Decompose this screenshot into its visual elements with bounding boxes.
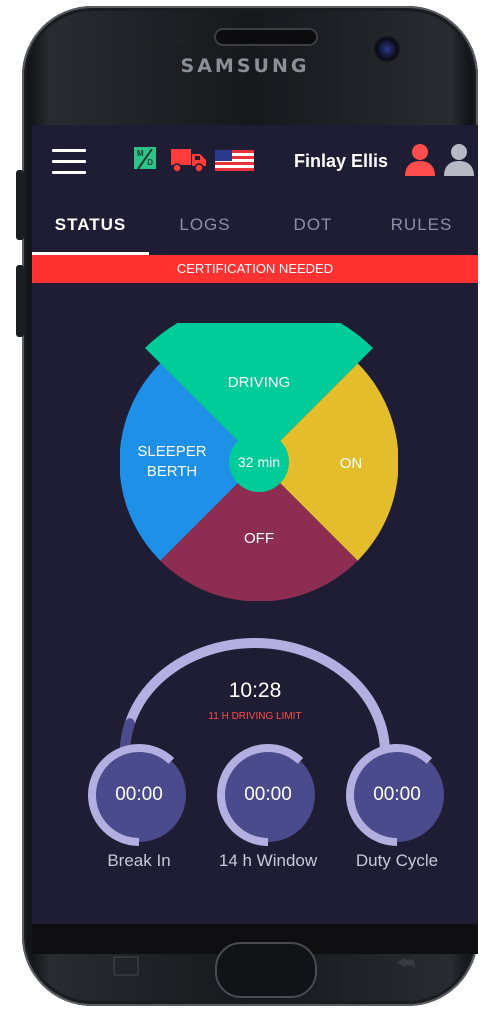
earpiece-speaker bbox=[216, 30, 316, 44]
volume-up-button bbox=[16, 170, 24, 240]
tab-dot[interactable]: DOT bbox=[261, 215, 365, 245]
tab-status[interactable]: STATUS bbox=[32, 215, 149, 245]
sleeper-label-line2: BERTH bbox=[147, 463, 198, 480]
sensor-dot bbox=[176, 38, 184, 46]
device-brand: SAMSUNG bbox=[180, 55, 310, 77]
us-flag-icon bbox=[215, 150, 254, 171]
hamburger-menu-icon[interactable] bbox=[52, 149, 86, 175]
window-14h-time: 00:00 bbox=[244, 784, 292, 805]
certification-banner[interactable]: CERTIFICATION NEEDED bbox=[32, 255, 478, 283]
duty-cycle-time: 00:00 bbox=[373, 784, 421, 805]
off-label: OFF bbox=[244, 530, 274, 547]
sensor-dot bbox=[152, 38, 160, 46]
break-in-label: Break In bbox=[107, 851, 171, 870]
timers-section: 10:28 11 H DRIVING LIMIT 00:00 00:00 00:… bbox=[32, 625, 478, 915]
driving-label: DRIVING bbox=[228, 374, 291, 391]
duty-cycle-label: Duty Cycle bbox=[355, 851, 439, 870]
active-driver-icon[interactable] bbox=[404, 143, 436, 177]
duty-status-wheel: DRIVING ON OFF SLEEPER BERTH 32 min bbox=[120, 323, 398, 601]
md-badge-icon: M D bbox=[134, 147, 156, 170]
window-14h-gauge[interactable]: 00:00 bbox=[216, 743, 320, 847]
truck-icon bbox=[171, 149, 206, 173]
back-icon[interactable]: ⮪ bbox=[393, 954, 419, 974]
elapsed-time-label: 32 min bbox=[238, 454, 280, 470]
recent-apps-icon[interactable] bbox=[113, 956, 139, 976]
tab-logs[interactable]: LOGS bbox=[149, 215, 261, 245]
home-button[interactable] bbox=[215, 942, 317, 998]
duty-cycle-gauge[interactable]: 00:00 bbox=[345, 743, 449, 847]
app-screen: M D Finlay Ellis STATUS LOGS DOT RULES C… bbox=[32, 125, 478, 924]
tab-rules[interactable]: RULES bbox=[365, 215, 478, 245]
driving-limit-label: 11 H DRIVING LIMIT bbox=[208, 711, 302, 722]
on-label: ON bbox=[340, 455, 363, 472]
driver-name[interactable]: Finlay Ellis bbox=[294, 151, 388, 172]
sleeper-label-line1: SLEEPER bbox=[137, 443, 206, 460]
driving-time-remaining: 10:28 bbox=[228, 679, 282, 702]
volume-down-button bbox=[16, 265, 24, 337]
window-14h-label: 14 h Window bbox=[218, 851, 318, 870]
co-driver-icon[interactable] bbox=[443, 143, 475, 177]
break-in-time: 00:00 bbox=[115, 784, 163, 805]
break-in-gauge[interactable]: 00:00 bbox=[87, 743, 191, 847]
